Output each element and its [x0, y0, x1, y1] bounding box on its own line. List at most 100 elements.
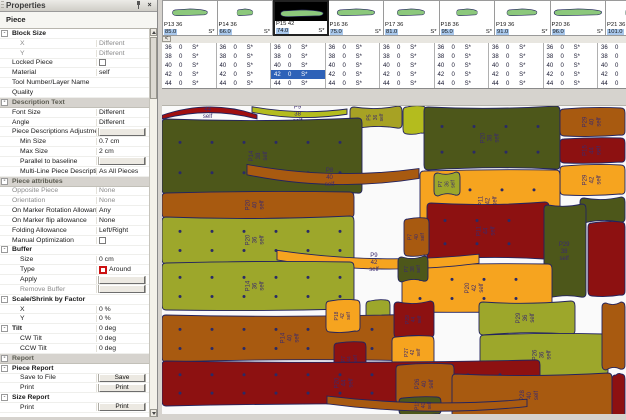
size-cell-p20-36-38[interactable]: 380S*: [544, 52, 598, 61]
prop-row-piece-attributes[interactable]: -Piece attributes: [0, 177, 149, 187]
size-cell-p17-36-36[interactable]: 360S*: [380, 43, 434, 52]
size-cell-p19-36-42[interactable]: 420S*: [489, 70, 543, 79]
size-cell-p14-36-36[interactable]: 360S*: [217, 43, 271, 52]
remove-buffer-button[interactable]: [99, 285, 145, 293]
checkbox[interactable]: [99, 59, 106, 66]
size-cell-p13-36-42[interactable]: 420S*: [162, 70, 216, 79]
piece-outline[interactable]: [612, 373, 625, 415]
prop-row-ccw-tilt[interactable]: CCW Tilt0 deg: [0, 344, 149, 354]
size-cell-p15-42-38[interactable]: 380S*: [271, 52, 325, 61]
prop-row-tool-number-layer-name[interactable]: Tool Number/Layer Name: [0, 78, 149, 88]
prop-value[interactable]: None: [96, 217, 149, 224]
piece-thumb-p17-36[interactable]: P17 3681.0S*: [384, 0, 440, 36]
prop-row-min-size[interactable]: Min Size0.7 cm: [0, 137, 149, 147]
marker-piece-44-self[interactable]: 44self: [162, 107, 257, 120]
size-cell-p17-36-38[interactable]: 380S*: [380, 52, 434, 61]
collapse-icon[interactable]: -: [0, 325, 9, 332]
size-cell-p16-36-36[interactable]: 360S*: [326, 43, 380, 52]
size-cell-p21-36-40[interactable]: 400S*: [598, 61, 626, 70]
prop-row-save-to-file[interactable]: Save to FileSave: [0, 374, 149, 384]
marker-piece-edge-37[interactable]: [612, 373, 625, 415]
prop-value[interactable]: As All Pieces: [96, 168, 149, 175]
marker-piece-p29-40-self[interactable]: P2940self: [560, 107, 625, 136]
piece-thumb-p14-36[interactable]: P14 3666.0S*: [218, 0, 274, 36]
size-cell-p21-36-38[interactable]: 380S*: [598, 52, 626, 61]
print-button[interactable]: Print: [99, 403, 145, 411]
size-cell-p17-36-40[interactable]: 400S*: [380, 61, 434, 70]
collapse-icon[interactable]: -: [0, 178, 9, 185]
size-cell-p21-36-44[interactable]: 440S*: [598, 79, 626, 88]
marker-piece-p15-44-self[interactable]: P1544self: [560, 138, 625, 164]
size-cell-p14-36-38[interactable]: 380S*: [217, 52, 271, 61]
size-cell-p15-42-36[interactable]: 360S*: [271, 43, 325, 52]
marker-piece-p7-38-self[interactable]: P738self: [398, 256, 428, 282]
checkbox[interactable]: [99, 266, 107, 274]
size-cell-p15-42-40[interactable]: 400S*: [271, 61, 325, 70]
prop-row-x[interactable]: XDifferent: [0, 39, 149, 49]
size-cell-p14-36-44[interactable]: 440S*: [217, 79, 271, 88]
prop-row-report[interactable]: -Report: [0, 354, 149, 364]
prop-row-opposite-piece[interactable]: Opposite PieceNone: [0, 187, 149, 197]
size-cell-p16-36-42[interactable]: 420S*: [326, 70, 380, 79]
piece-thumb-p21-36[interactable]: P21 36101.0S*: [606, 0, 626, 36]
close-icon[interactable]: ×: [145, 1, 154, 10]
scroll-down-icon[interactable]: [150, 409, 157, 417]
size-cell-p18-36-42[interactable]: 420S*: [435, 70, 489, 79]
prop-value[interactable]: Save: [96, 374, 149, 382]
apply-button[interactable]: [99, 276, 145, 284]
properties-title-bar[interactable]: Properties ×: [0, 0, 157, 12]
prop-value[interactable]: Print: [96, 403, 149, 411]
prop-value[interactable]: [96, 276, 149, 284]
piece-descriptions-adjustment-button[interactable]: [99, 128, 145, 136]
prop-row-on-marker-flip-allowance[interactable]: On Marker flip allowanceNone: [0, 216, 149, 226]
marker-piece-edge-17[interactable]: [588, 221, 625, 296]
prop-value[interactable]: [96, 128, 149, 136]
collapse-icon[interactable]: -: [0, 296, 9, 303]
prop-row-parallel-to-baseline[interactable]: Parallel to baseline: [0, 157, 149, 167]
save-button[interactable]: Save: [99, 374, 145, 382]
prop-row-manual-optimization[interactable]: Manual Optimization: [0, 236, 149, 246]
size-cell-p18-36-44[interactable]: 440S*: [435, 79, 489, 88]
pin-icon[interactable]: [134, 1, 143, 10]
prop-row-description-text[interactable]: -Description Text: [0, 98, 149, 108]
piece-outline[interactable]: [580, 197, 625, 223]
prop-row-apply[interactable]: Apply: [0, 275, 149, 285]
marker-piece-p11-44-self[interactable]: P1144self: [427, 202, 549, 260]
prop-value[interactable]: Different: [96, 40, 149, 47]
prop-row-print[interactable]: PrintPrint: [0, 403, 149, 413]
prop-row-x[interactable]: X0 %: [0, 305, 149, 315]
prop-value[interactable]: 0 deg: [96, 345, 149, 352]
marker-piece-edge-3[interactable]: [403, 106, 426, 134]
prop-row-font-size[interactable]: Font SizeDifferent: [0, 108, 149, 118]
size-cell-p19-36-36[interactable]: 360S*: [489, 43, 543, 52]
size-cell-p19-36-40[interactable]: 400S*: [489, 61, 543, 70]
prop-row-size-report[interactable]: -Size Report: [0, 393, 149, 403]
size-cell-p21-36-42[interactable]: 420S*: [598, 70, 626, 79]
size-cell-p13-36-40[interactable]: 400S*: [162, 61, 216, 70]
piece-thumb-p15-42[interactable]: P15 4274.0S*: [273, 0, 329, 36]
drag-grip[interactable]: [1, 1, 4, 10]
piece-outline[interactable]: [588, 221, 625, 296]
marker-piece-p29-42-self[interactable]: P2942self: [560, 164, 625, 195]
prop-value[interactable]: Any: [96, 207, 149, 214]
scrollbar-thumb[interactable]: [150, 37, 157, 99]
prop-row-piece-descriptions-adjustment[interactable]: Piece Descriptions Adjustment: [0, 127, 149, 137]
parallel-to-baseline-button[interactable]: [99, 157, 145, 165]
marker-piece-p7-36-self[interactable]: P736self: [434, 172, 460, 196]
size-cell-p19-36-44[interactable]: 440S*: [489, 79, 543, 88]
size-cell-p18-36-38[interactable]: 380S*: [435, 52, 489, 61]
prop-value[interactable]: 0 deg: [96, 335, 149, 342]
prop-value[interactable]: Different: [96, 119, 149, 126]
size-cell-p13-36-44[interactable]: 440S*: [162, 79, 216, 88]
prop-row-remove-buffer[interactable]: Remove Buffer: [0, 285, 149, 295]
size-cell-p15-42-44[interactable]: 440S*: [271, 79, 325, 88]
piece-outline[interactable]: [602, 302, 625, 370]
marker-piece-p29-36-self[interactable]: P2936self: [479, 301, 575, 335]
prop-row-on-marker-rotation-allowance[interactable]: On Marker Rotation AllowanceAny: [0, 206, 149, 216]
marker-piece-p7-40-self[interactable]: P740self: [404, 218, 429, 257]
marker-piece-edge-30[interactable]: [602, 302, 625, 370]
prop-row-size[interactable]: Size0 cm: [0, 255, 149, 265]
piece-thumb-p13-36[interactable]: P13 3685.0S*: [162, 0, 218, 36]
prop-row-piece-report[interactable]: -Piece Report: [0, 364, 149, 374]
prop-value[interactable]: [96, 157, 149, 165]
